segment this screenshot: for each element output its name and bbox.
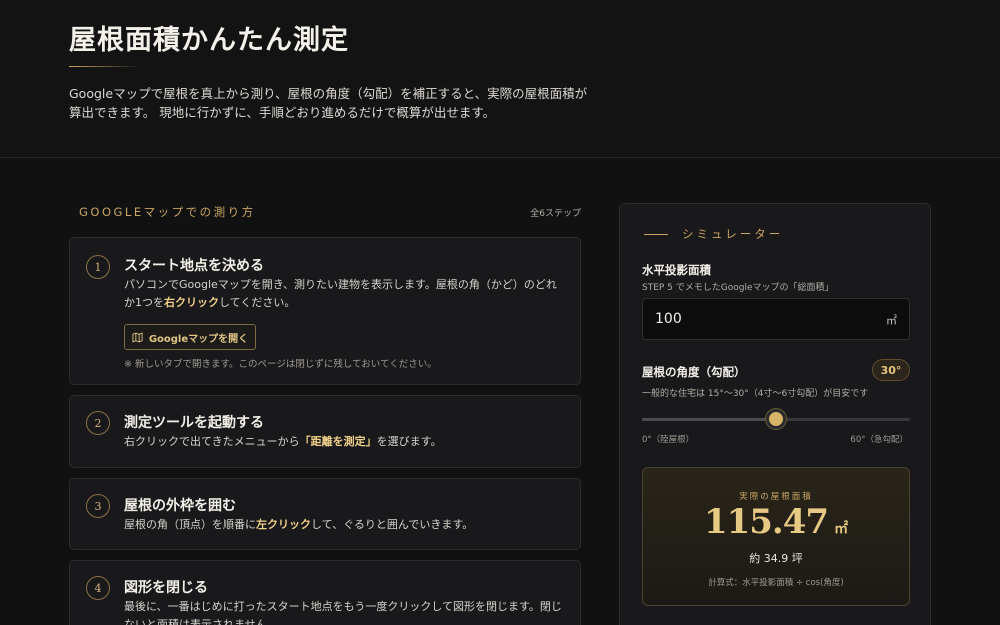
slider-min-label: 0°（陸屋根）: [642, 435, 695, 445]
step-card-3: 3 屋根の外枠を囲む 屋根の角（頂点）を順番に左クリックして、ぐるりと囲んでいき…: [69, 478, 581, 550]
result-tsubo: 約 34.9 坪: [749, 552, 803, 565]
intro-text: Googleマップで屋根を真上から測り、屋根の角度（勾配）を補正すると、実際の屋…: [69, 86, 588, 120]
result-formula: 計算式：水平投影面積 ÷ cos(角度): [708, 578, 844, 588]
result-label: 実際の屋根面積: [739, 492, 813, 502]
open-google-maps-button[interactable]: Googleマップを開く: [124, 324, 256, 350]
simulator-heading-rule: [644, 234, 668, 235]
slider-max-label: 60°（急勾配）: [850, 435, 908, 445]
step-body: 屋根の角（頂点）を順番に左クリックして、ぐるりと囲んでいきます。: [124, 518, 474, 531]
step-card-4: 4 図形を閉じる 最後に、一番はじめに打ったスタート地点をもう一度クリックして図…: [69, 560, 581, 625]
step-title: 測定ツールを起動する: [124, 415, 264, 431]
step-title: 屋根の外枠を囲む: [124, 498, 236, 514]
result-unit: ㎡: [834, 521, 849, 537]
area-unit: ㎡: [886, 314, 897, 327]
area-label: 水平投影面積: [642, 263, 711, 277]
step-number: 1: [86, 255, 110, 279]
title-divider: [69, 66, 141, 67]
step-body: 右クリックで出てきたメニューから「距離を測定」を選びます。: [124, 435, 442, 448]
area-input[interactable]: [655, 309, 855, 329]
step-body: パソコンでGoogleマップを開き、測りたい建物を表示します。屋根の角（かど）の…: [124, 278, 557, 309]
step-note: ※ 新しいタブで開きます。このページは閉じずに残しておいてください。: [124, 359, 437, 370]
angle-slider-thumb[interactable]: [766, 409, 786, 429]
step-number: 4: [86, 576, 110, 600]
step-body: 最後に、一番はじめに打ったスタート地点をもう一度クリックして図形を閉じます。閉じ…: [124, 600, 562, 625]
step-card-1: 1 スタート地点を決める パソコンでGoogleマップを開き、測りたい建物を表示…: [69, 237, 581, 385]
open-google-maps-label: Googleマップを開く: [148, 333, 249, 345]
simulator-heading: シミュレーター: [682, 227, 784, 241]
angle-slider[interactable]: [642, 409, 910, 429]
area-hint: STEP 5 でメモしたGoogleマップの「総面積」: [642, 283, 834, 293]
simulator-panel: シミュレーター 水平投影面積 STEP 5 でメモしたGoogleマップの「総面…: [619, 203, 931, 625]
step-number: 3: [86, 494, 110, 518]
result-value: 115.47: [703, 502, 829, 542]
step-number: 2: [86, 411, 110, 435]
angle-badge: 30°: [872, 359, 910, 381]
step-card-2: 2 測定ツールを起動する 右クリックで出てきたメニューから「距離を測定」を選びま…: [69, 395, 581, 468]
step-count: 全6ステップ: [530, 209, 581, 219]
result-value-row: 115.47 ㎡: [643, 502, 909, 542]
angle-label: 屋根の角度（勾配）: [642, 365, 746, 379]
page-title: 屋根面積かんたん測定: [69, 25, 349, 56]
area-input-wrapper: ㎡: [642, 298, 910, 340]
angle-slider-fill: [642, 418, 776, 421]
guide-heading: GOOGLEマップでの測り方: [79, 205, 256, 219]
page-header: 屋根面積かんたん測定 Googleマップで屋根を真上から測り、屋根の角度（勾配）…: [0, 0, 1000, 158]
result-card: 実際の屋根面積 115.47 ㎡ 約 34.9 坪 計算式：水平投影面積 ÷ c…: [642, 467, 910, 606]
angle-hint: 一般的な住宅は 15°〜30°（4寸〜6寸勾配）が目安です: [642, 389, 869, 399]
map-icon: [132, 331, 143, 343]
step-title: 図形を閉じる: [124, 580, 208, 596]
step-title: スタート地点を決める: [124, 258, 264, 274]
